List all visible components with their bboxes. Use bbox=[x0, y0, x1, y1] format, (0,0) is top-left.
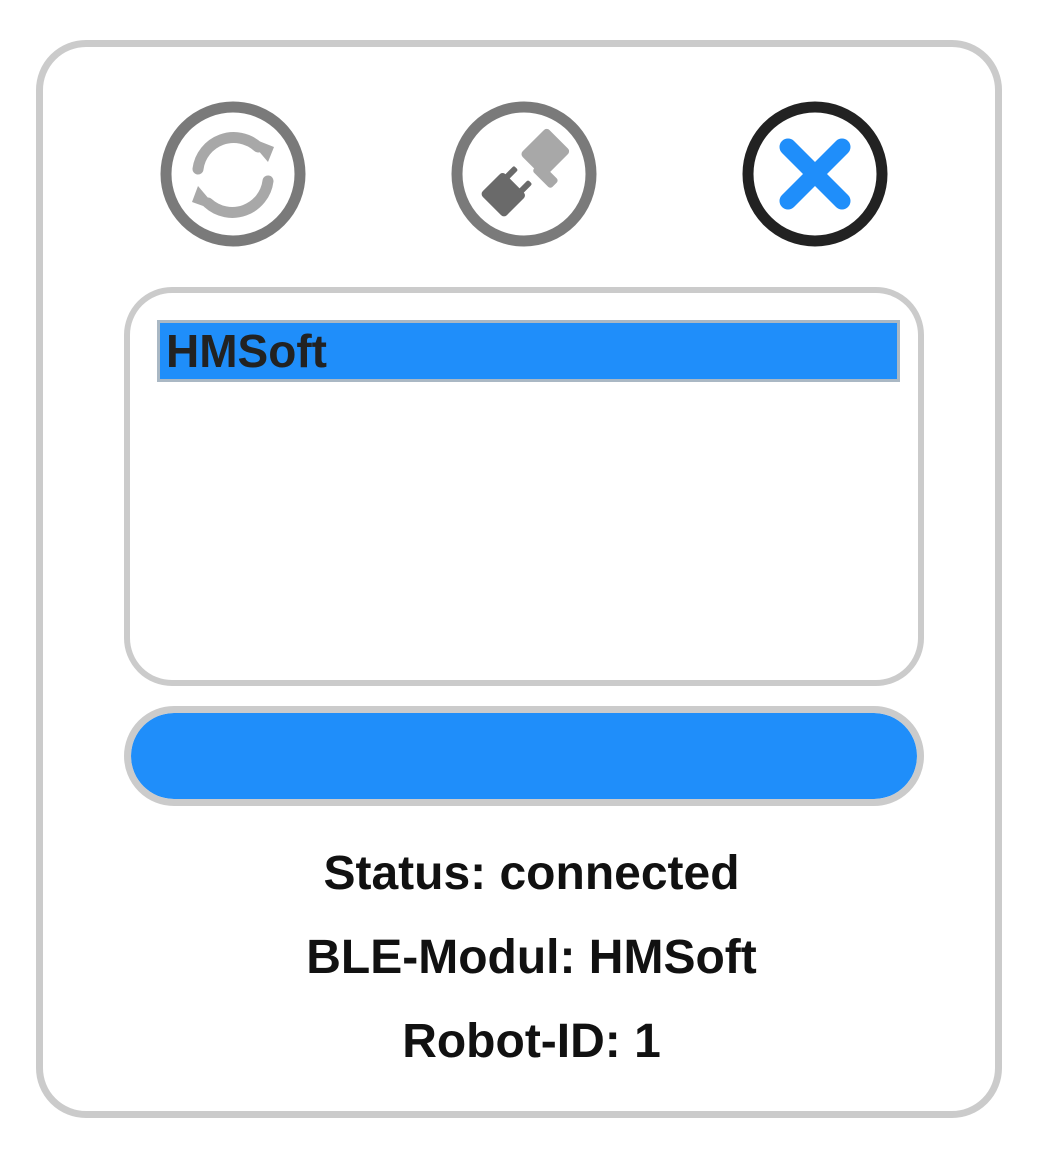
refresh-button[interactable] bbox=[158, 99, 308, 249]
robot-id-text: Robot-ID: 1 bbox=[402, 1015, 661, 1068]
device-list[interactable]: HMSoft bbox=[124, 287, 924, 686]
status-text: Status: connected bbox=[323, 847, 740, 900]
close-button[interactable] bbox=[740, 99, 890, 249]
refresh-icon bbox=[160, 101, 306, 247]
list-item-hmsoft[interactable]: HMSoft bbox=[157, 320, 900, 382]
connection-progress-bar bbox=[124, 706, 924, 806]
connect-button[interactable] bbox=[449, 99, 599, 249]
plug-icon bbox=[451, 101, 597, 247]
progress-fill bbox=[131, 713, 917, 799]
close-icon bbox=[742, 101, 888, 247]
ble-module-text: BLE-Modul: HMSoft bbox=[306, 931, 757, 984]
